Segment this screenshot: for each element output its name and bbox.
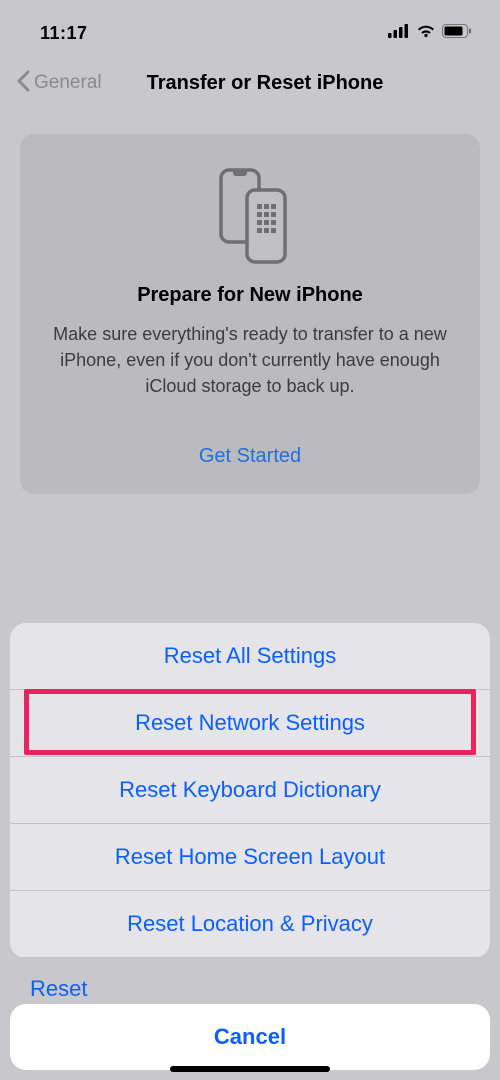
cancel-button[interactable]: Cancel [10, 1004, 490, 1070]
sheet-option-reset-network[interactable]: Reset Network Settings [10, 690, 490, 757]
content-area: Prepare for New iPhone Make sure everyth… [0, 110, 500, 518]
back-label: General [34, 72, 102, 94]
status-time: 11:17 [40, 23, 88, 44]
status-icons [388, 24, 472, 43]
phones-icon [44, 166, 456, 266]
reset-fragment-text: Reset [10, 968, 490, 1004]
cellular-icon [388, 24, 410, 43]
get-started-link[interactable]: Get Started [44, 439, 456, 472]
sheet-option-reset-keyboard[interactable]: Reset Keyboard Dictionary [10, 757, 490, 824]
navigation-bar: General Transfer or Reset iPhone [0, 56, 500, 110]
reset-action-sheet: Reset All Settings Reset Network Setting… [10, 623, 490, 958]
action-sheet-container: Reset All Settings Reset Network Setting… [0, 623, 500, 1080]
home-indicator[interactable] [170, 1066, 330, 1072]
card-title: Prepare for New iPhone [44, 284, 456, 307]
battery-icon [442, 24, 472, 43]
chevron-left-icon [16, 70, 30, 97]
sheet-option-reset-all[interactable]: Reset All Settings [10, 623, 490, 690]
status-bar: 11:17 [0, 0, 500, 56]
prepare-card: Prepare for New iPhone Make sure everyth… [20, 134, 480, 494]
card-body: Make sure everything's ready to transfer… [44, 321, 456, 399]
sheet-option-reset-location[interactable]: Reset Location & Privacy [10, 891, 490, 958]
wifi-icon [416, 24, 436, 43]
sheet-option-reset-homescreen[interactable]: Reset Home Screen Layout [10, 824, 490, 891]
back-button[interactable]: General [16, 70, 102, 97]
